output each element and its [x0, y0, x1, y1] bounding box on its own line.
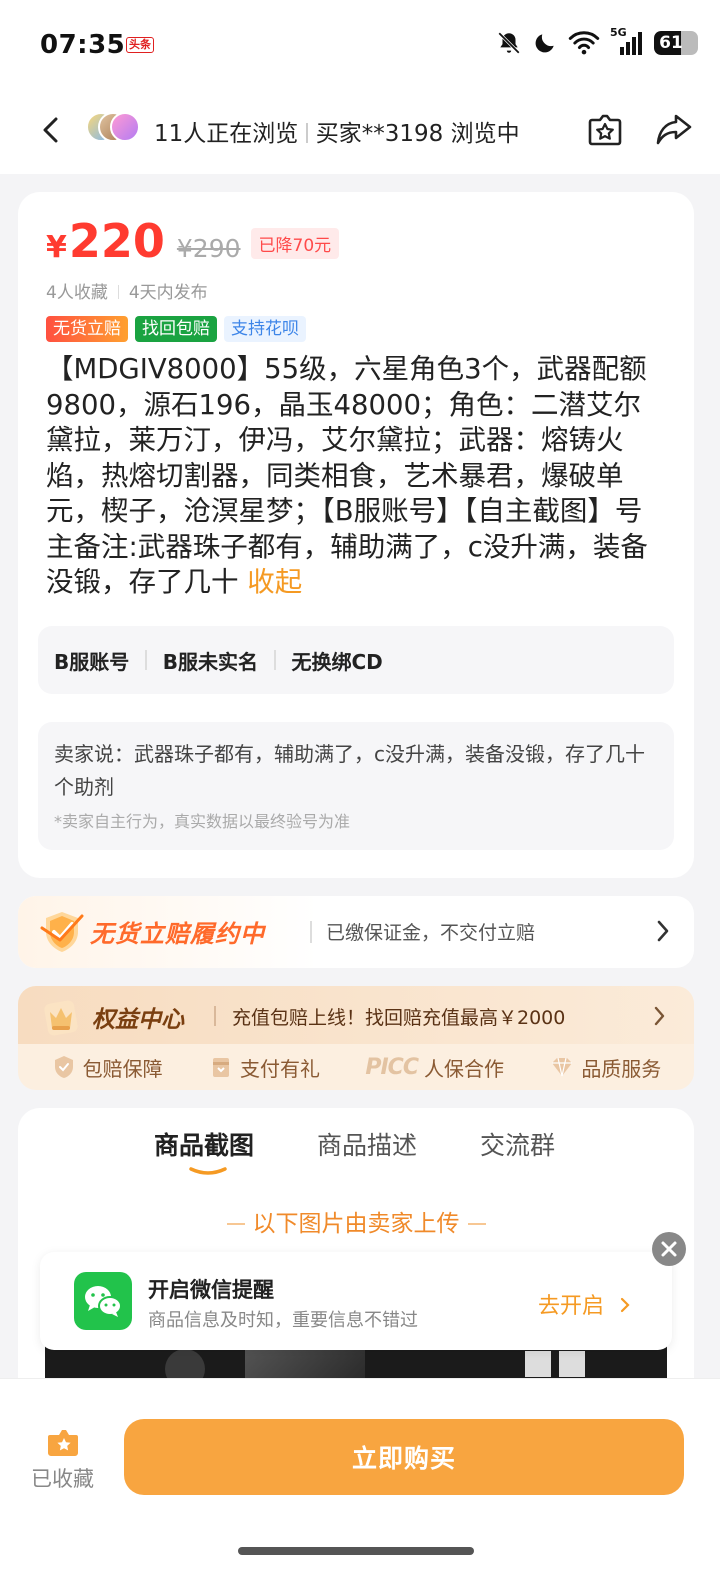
chevron-right-icon: [654, 1006, 665, 1026]
price-row: ¥ 220 ¥290 已降70元: [46, 214, 340, 268]
rights-items: 包赔保障 支付有礼 PICC 人保合作 品质服务: [18, 1044, 694, 1090]
home-indicator[interactable]: [238, 1547, 474, 1555]
promise-desc: 已缴保证金，不交付立赔: [326, 922, 536, 944]
divider: [145, 650, 147, 670]
nav-bar: 11人正在浏览 买家**3198 浏览中: [0, 92, 720, 174]
picc-logo: PICC: [365, 1054, 419, 1080]
seller-note: *卖家自主行为，真实数据以最终验号为准: [54, 812, 351, 831]
tab-active-indicator: [189, 1167, 227, 1175]
product-card: ¥ 220 ¥290 已降70元 4人收藏 4天内发布 无货立赔 找回包赔 支持花…: [18, 192, 694, 878]
crown-badge-icon: [44, 1000, 78, 1036]
upload-note: 以下图片由卖家上传: [18, 1204, 694, 1238]
rights-item-guarantee[interactable]: 包赔保障: [51, 1053, 163, 1082]
rights-item-picc[interactable]: PICC 人保合作: [365, 1053, 504, 1082]
page: 07:35 头条 5G 61 11人正在浏览 买家**3198 浏览中 ¥ 22…: [0, 0, 720, 1585]
tab-description[interactable]: 商品描述: [317, 1126, 417, 1162]
tab-screenshots[interactable]: 商品截图: [154, 1126, 254, 1162]
favorite-star-icon[interactable]: [586, 110, 624, 148]
battery-text: 61: [659, 33, 683, 53]
original-price: ¥290: [176, 234, 241, 263]
tag-no-stock-compensation: 无货立赔: [46, 316, 128, 342]
attribute-box: B服账号 B服未实名 无换绑CD: [38, 626, 674, 694]
wechat-enable-button[interactable]: 去开启: [538, 1288, 631, 1320]
buyer-viewing: 买家**3198 浏览中: [315, 121, 520, 147]
price-currency: ¥: [46, 230, 67, 265]
tag-recovery-guarantee: 找回包赔: [135, 316, 217, 342]
price-value: 220: [68, 214, 165, 268]
divider: [467, 1223, 486, 1225]
rights-title: 权益中心: [92, 1007, 184, 1033]
bottom-bar: 已收藏 立即购买: [0, 1378, 720, 1585]
seller-says-text: 卖家说：武器珠子都有，辅助满了，c没升满，装备没锻，存了几十个助剂: [54, 742, 645, 799]
wechat-subtitle: 商品信息及时知，重要信息不错过: [148, 1310, 418, 1331]
upload-note-text: 以下图片由卖家上传: [252, 1211, 460, 1237]
chevron-right-icon: [620, 1297, 630, 1313]
wechat-title: 开启微信提醒: [148, 1278, 274, 1302]
status-icons: 5G 61: [496, 26, 698, 56]
mute-icon: [498, 32, 520, 54]
promise-title: 无货立赔履约中: [90, 920, 265, 948]
collapse-button[interactable]: 收起: [247, 566, 302, 598]
divider: [310, 921, 312, 943]
status-bar: 07:35 头条 5G 61: [0, 0, 720, 92]
rights-item-label: 品质服务: [581, 1056, 662, 1081]
chevron-right-icon: [657, 920, 669, 942]
screenshot-decoration: [525, 1351, 551, 1377]
diamond-icon: [552, 1057, 573, 1077]
buy-now-button[interactable]: 立即购买: [124, 1419, 684, 1495]
screenshot-decoration: [559, 1351, 585, 1377]
rights-center[interactable]: 权益中心 充值包赔上线！找回赔充值最高￥2000 包赔保障 支付有礼 PICC …: [18, 986, 694, 1090]
share-icon[interactable]: [654, 110, 694, 148]
saved-label: 已收藏: [31, 1467, 94, 1491]
back-icon[interactable]: [36, 114, 68, 146]
divider: [117, 285, 119, 299]
promise-banner[interactable]: 无货立赔履约中 已缴保证金，不交付立赔: [18, 896, 694, 968]
divider: [274, 650, 276, 670]
status-time: 07:35: [40, 30, 126, 60]
signal-icon: 5G: [610, 26, 644, 56]
product-title-text: 【MDGIV8000】55级，六星角色3个，武器配额9800，源石196，晶玉4…: [46, 353, 648, 598]
rights-desc: 充值包赔上线！找回赔充值最高￥2000: [232, 1007, 566, 1029]
attr-server: B服账号: [54, 649, 130, 674]
service-tags: 无货立赔 找回包赔 支持花呗: [46, 316, 306, 342]
viewers-count: 11人正在浏览: [154, 121, 299, 147]
wifi-icon: [568, 31, 600, 55]
wechat-icon: [74, 1272, 132, 1330]
divider: [226, 1223, 245, 1225]
tab-chat-group[interactable]: 交流群: [480, 1126, 555, 1162]
attr-realname: B服未实名: [162, 649, 258, 674]
rights-item-label: 包赔保障: [82, 1056, 163, 1081]
tag-huabei: 支持花呗: [224, 316, 306, 342]
rights-item-gift[interactable]: 支付有礼: [208, 1053, 320, 1082]
favorites-count: 4人收藏: [46, 283, 108, 303]
gift-icon: [213, 1058, 230, 1077]
price-drop-badge: 已降70元: [250, 228, 340, 259]
rights-item-quality[interactable]: 品质服务: [549, 1053, 661, 1082]
viewer-avatars: [86, 112, 140, 146]
rights-item-label: 人保合作: [423, 1056, 504, 1081]
seller-says-box: 卖家说：武器珠子都有，辅助满了，c没升满，装备没锻，存了几十个助剂 *卖家自主行…: [38, 722, 674, 850]
battery-icon: 61: [654, 31, 698, 55]
attr-binding: 无换绑CD: [291, 649, 383, 674]
shield-check-icon: [40, 912, 84, 952]
publish-time: 4天内发布: [128, 283, 208, 303]
meta-row: 4人收藏 4天内发布: [46, 278, 208, 303]
wechat-enable-label: 去开启: [538, 1294, 605, 1319]
wechat-reminder-popup[interactable]: 开启微信提醒 商品信息及时知，重要信息不错过 去开启: [40, 1252, 672, 1350]
shield-icon: [54, 1056, 73, 1078]
avatar: [110, 112, 140, 142]
favorited-star-icon: [48, 1430, 78, 1456]
moon-icon: [535, 34, 554, 53]
app-badge: 头条: [126, 37, 154, 53]
viewer-status: 11人正在浏览 买家**3198 浏览中: [154, 114, 520, 148]
product-title: 【MDGIV8000】55级，六星角色3个，武器配额9800，源石196，晶玉4…: [46, 352, 668, 601]
divider: [214, 1006, 216, 1026]
divider: [306, 123, 308, 143]
rights-item-label: 支付有礼: [240, 1056, 321, 1081]
close-icon[interactable]: [652, 1232, 686, 1266]
